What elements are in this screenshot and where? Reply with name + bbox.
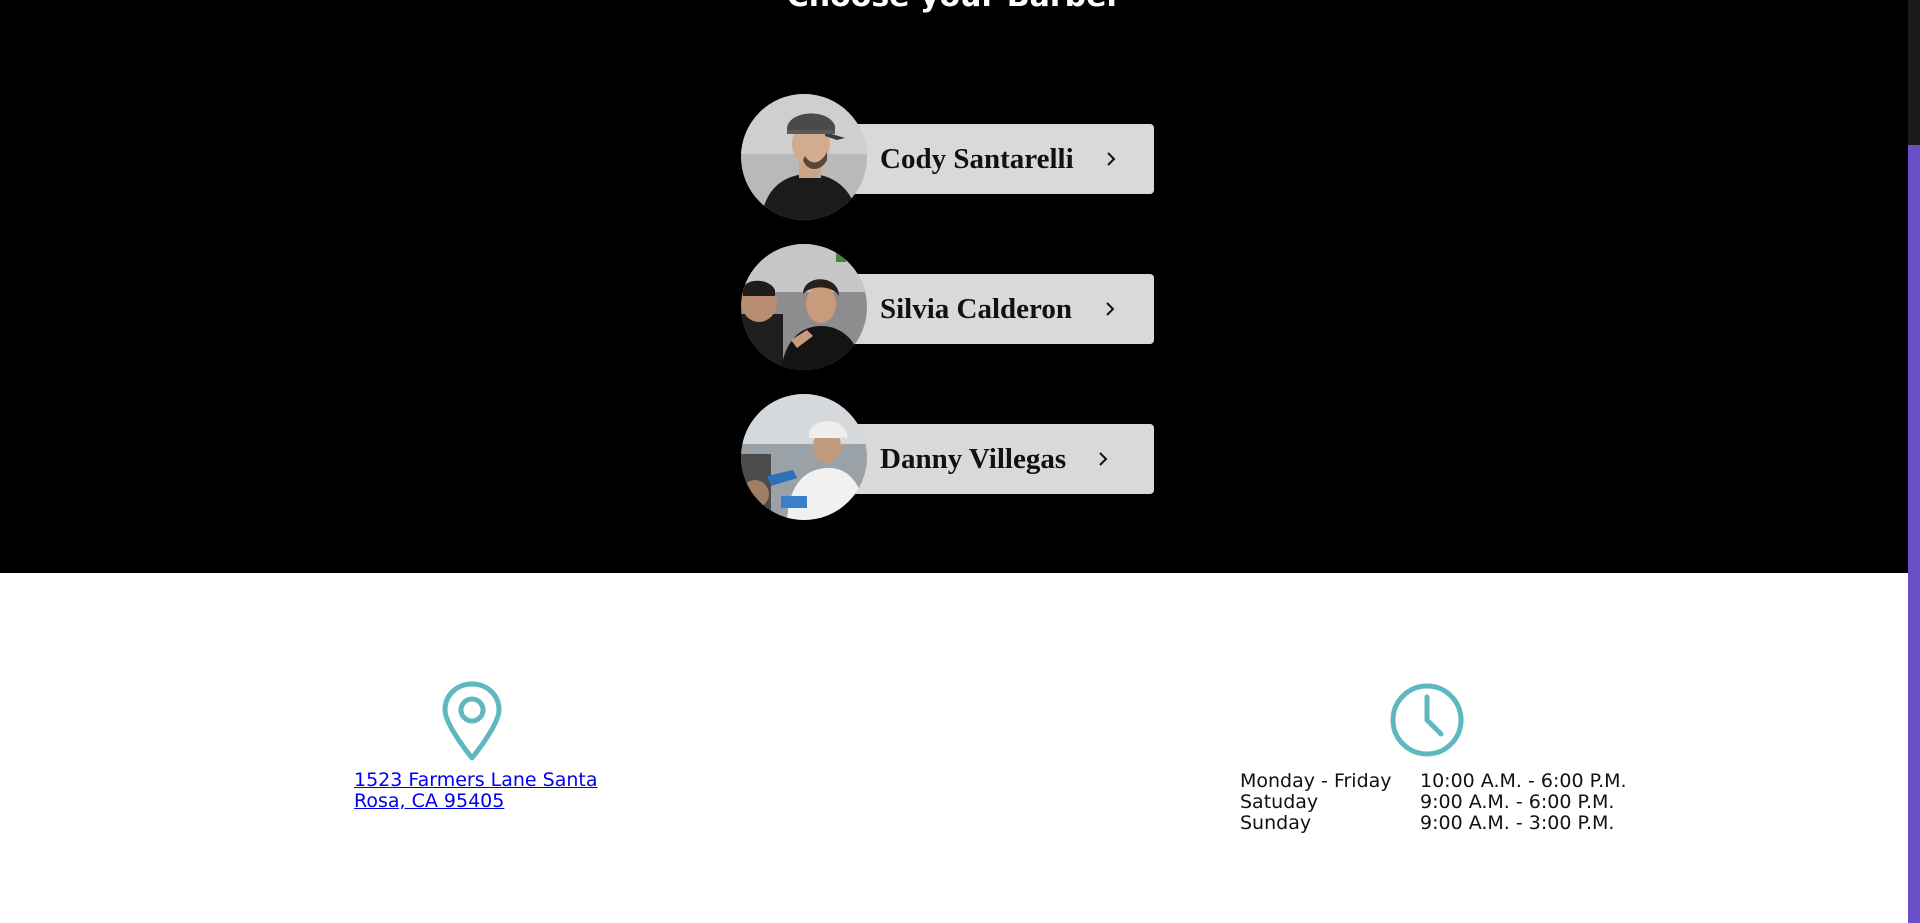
hours-row: Sunday 9:00 A.M. - 3:00 P.M. (1240, 813, 1627, 834)
chevron-right-icon (1107, 152, 1116, 166)
barber-card-silvia[interactable]: Silvia Calderon (741, 244, 1154, 372)
barber-photo-silvia (741, 244, 867, 370)
barber-name: Cody Santarelli (880, 143, 1074, 175)
page: Choose your Barber Cody Santarelli (0, 0, 1920, 923)
hours-day: Satuday (1240, 791, 1319, 813)
barber-button-cody[interactable]: Cody Santarelli (826, 124, 1154, 194)
clock-icon (1390, 683, 1464, 757)
hours-row: Satuday 9:00 A.M. - 6:00 P.M. (1240, 792, 1627, 813)
barber-name: Danny Villegas (880, 443, 1067, 475)
barber-photo-danny (741, 394, 867, 520)
section-title: Choose your Barber (0, 0, 1908, 12)
scrollbar-thumb[interactable] (1908, 145, 1920, 923)
chevron-right-icon (1106, 302, 1115, 316)
page-content: Choose your Barber Cody Santarelli (0, 0, 1908, 923)
hours-time: 9:00 A.M. - 6:00 P.M. (1420, 791, 1615, 813)
barber-button-danny[interactable]: Danny Villegas (826, 424, 1154, 494)
barbers-section: Choose your Barber Cody Santarelli (0, 0, 1908, 573)
hours-row: Monday - Friday 10:00 A.M. - 6:00 P.M. (1240, 771, 1627, 792)
barber-card-danny[interactable]: Danny Villegas (741, 394, 1154, 522)
hours-day: Sunday (1240, 812, 1312, 834)
barber-name: Silvia Calderon (880, 293, 1073, 325)
address-link[interactable]: 1523 Farmers Lane Santa Rosa, CA 95405 (354, 770, 604, 812)
info-section (0, 573, 1908, 923)
location-pin-icon (442, 681, 502, 761)
barber-button-silvia[interactable]: Silvia Calderon (826, 274, 1154, 344)
hours-time: 9:00 A.M. - 3:00 P.M. (1420, 812, 1615, 834)
chevron-right-icon (1099, 452, 1108, 466)
hours-day: Monday - Friday (1240, 770, 1392, 792)
barber-card-cody[interactable]: Cody Santarelli (741, 94, 1154, 222)
hours-time: 10:00 A.M. - 6:00 P.M. (1420, 770, 1627, 792)
barber-photo-cody (741, 94, 867, 220)
scrollbar-track[interactable] (1908, 0, 1920, 923)
business-hours: Monday - Friday 10:00 A.M. - 6:00 P.M. S… (1240, 771, 1627, 834)
